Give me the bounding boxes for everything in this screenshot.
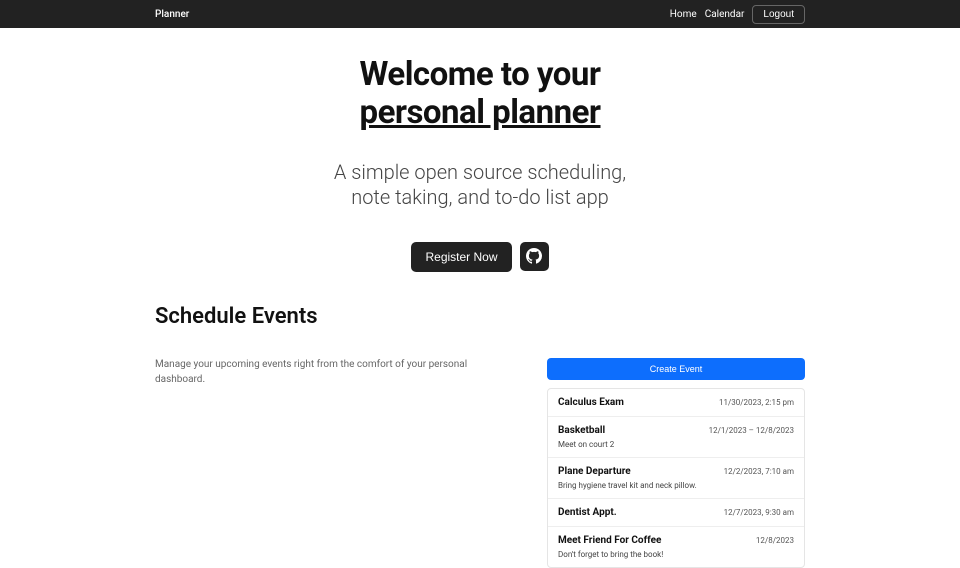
event-title: Calculus Exam — [558, 397, 624, 408]
schedule-section: Schedule Events Manage your upcoming eve… — [0, 272, 960, 568]
hero-title-line2: personal planner — [360, 93, 601, 132]
schedule-body: Manage your upcoming events right from t… — [155, 357, 805, 568]
event-title: Dentist Appt. — [558, 507, 617, 518]
github-button[interactable] — [520, 242, 549, 271]
hero: Welcome to your personal planner A simpl… — [0, 28, 960, 272]
create-event-button[interactable]: Create Event — [547, 358, 805, 380]
event-note: Don't forget to bring the book! — [558, 550, 794, 559]
hero-sub-line2: note taking, and to-do list app — [351, 185, 609, 209]
schedule-description: Manage your upcoming events right from t… — [155, 357, 475, 568]
event-date: 12/1/2023 – 12/8/2023 — [709, 426, 794, 435]
hero-title-line1: Welcome to your — [360, 55, 601, 94]
navbar: Planner Home Calendar Logout — [0, 0, 960, 28]
event-panel: Create Event Calculus Exam 11/30/2023, 2… — [547, 357, 805, 568]
navbar-right: Home Calendar Logout — [670, 5, 805, 24]
event-date: 12/8/2023 — [756, 536, 794, 545]
event-note: Bring hygiene travel kit and neck pillow… — [558, 481, 794, 490]
event-date: 12/7/2023, 9:30 am — [724, 508, 794, 517]
nav-link-home[interactable]: Home — [670, 9, 697, 20]
event-title: Plane Departure — [558, 466, 631, 477]
logout-button[interactable]: Logout — [752, 5, 805, 24]
event-note: Meet on court 2 — [558, 440, 794, 449]
event-title: Meet Friend For Coffee — [558, 535, 661, 546]
hero-buttons: Register Now — [0, 242, 960, 272]
event-title: Basketball — [558, 425, 605, 436]
hero-sub-line1: A simple open source scheduling, — [334, 160, 626, 184]
event-item[interactable]: Calculus Exam 11/30/2023, 2:15 pm — [548, 389, 804, 417]
event-item[interactable]: Basketball 12/1/2023 – 12/8/2023 Meet on… — [548, 417, 804, 458]
event-date: 12/2/2023, 7:10 am — [724, 467, 794, 476]
event-list: Calculus Exam 11/30/2023, 2:15 pm Basket… — [547, 388, 805, 568]
event-item[interactable]: Dentist Appt. 12/7/2023, 9:30 am — [548, 499, 804, 527]
brand[interactable]: Planner — [155, 9, 189, 20]
schedule-title: Schedule Events — [155, 304, 805, 329]
event-date: 11/30/2023, 2:15 pm — [719, 398, 794, 407]
hero-subtitle: A simple open source scheduling, note ta… — [0, 160, 960, 210]
hero-title: Welcome to your personal planner — [0, 56, 960, 132]
register-button[interactable]: Register Now — [411, 242, 511, 272]
nav-link-calendar[interactable]: Calendar — [705, 9, 745, 20]
github-icon — [526, 248, 542, 264]
event-item[interactable]: Meet Friend For Coffee 12/8/2023 Don't f… — [548, 527, 804, 567]
event-item[interactable]: Plane Departure 12/2/2023, 7:10 am Bring… — [548, 458, 804, 499]
